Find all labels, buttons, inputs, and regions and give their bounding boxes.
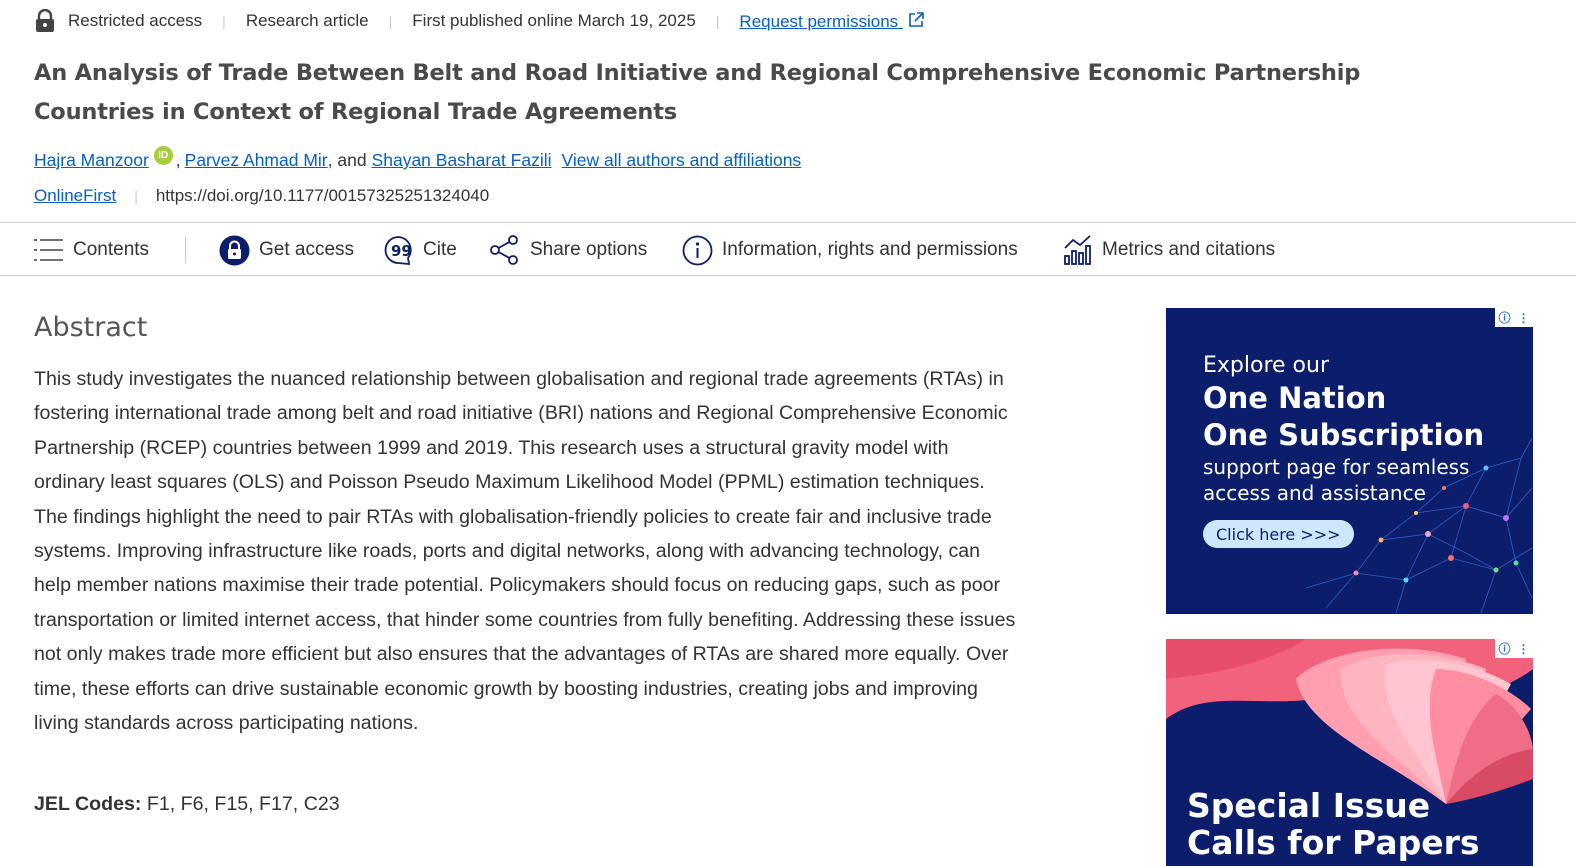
orcid-icon[interactable]: iD	[153, 146, 173, 165]
article-toolbar: Contents Get access 99 Cite Share option…	[0, 222, 1576, 276]
access-status: Restricted access	[68, 11, 203, 30]
quote-icon: 99	[384, 235, 412, 265]
information-button[interactable]: Information, rights and permissions	[682, 223, 1018, 277]
author-link[interactable]: Parvez Ahmad Mir	[185, 150, 328, 171]
article-meta-row: Restricted access | Research article | F…	[34, 8, 925, 34]
ad-controls: ⓘ ⋮	[1495, 639, 1533, 658]
cite-button[interactable]: 99 Cite	[383, 223, 457, 277]
separator: |	[388, 13, 393, 29]
author-separator: , and	[327, 150, 367, 170]
metrics-label: Metrics and citations	[1102, 239, 1276, 260]
separator: |	[715, 13, 720, 29]
information-label: Information, rights and permissions	[722, 239, 1018, 260]
article-title: An Analysis of Trade Between Belt and Ro…	[34, 60, 1361, 125]
author-separator: ,	[175, 150, 181, 170]
ad-text: Explore our One Nation One Subscription …	[1203, 352, 1484, 506]
jel-codes: JEL Codes: F1, F6, F15, F17, C23	[34, 793, 340, 816]
toolbar-divider	[185, 237, 186, 263]
ad-headline: Calls for Papers	[1187, 823, 1480, 862]
ad-menu-icon[interactable]: ⋮	[1514, 639, 1533, 658]
ad-line: support page for seamless	[1203, 455, 1470, 479]
cite-label: Cite	[423, 239, 457, 260]
list-icon	[34, 239, 63, 261]
abstract-text: This study investigates the nuanced rela…	[34, 368, 1016, 735]
ad-info-icon[interactable]: ⓘ	[1495, 308, 1514, 327]
author-link[interactable]: Hajra Manzoor	[34, 150, 149, 171]
get-access-label: Get access	[259, 239, 355, 260]
ad-controls: ⓘ ⋮	[1495, 308, 1533, 327]
share-options-button[interactable]: Share options	[489, 223, 647, 277]
get-access-button[interactable]: Get access	[219, 223, 354, 277]
info-icon	[682, 235, 713, 265]
lock-icon	[219, 235, 250, 265]
publish-date: First published online March 19, 2025	[412, 11, 696, 30]
separator: |	[134, 188, 138, 204]
ad-click-button[interactable]: Click here >>>	[1203, 520, 1354, 548]
advertisement-subscription[interactable]: ⓘ ⋮ Explore our One Nation One Subscript…	[1166, 308, 1533, 614]
ad-text: Special Issue Calls for Papers	[1187, 787, 1480, 861]
article-type: Research article	[245, 11, 369, 30]
jel-values: F1, F6, F15, F17, C23	[141, 793, 340, 815]
online-first-link[interactable]: OnlineFirst	[34, 186, 116, 206]
author-link[interactable]: Shayan Basharat Fazili	[372, 150, 552, 171]
advertisement-special-issue[interactable]: ⓘ ⋮ Special Issue Calls for Papers	[1166, 639, 1533, 866]
ad-menu-icon[interactable]: ⋮	[1514, 308, 1533, 327]
doi-row: OnlineFirst | https://doi.org/10.1177/00…	[34, 186, 489, 206]
bar-chart-icon	[1064, 235, 1091, 265]
ad-headline: One Nation	[1203, 381, 1387, 415]
view-all-authors-link[interactable]: View all authors and affiliations	[562, 150, 802, 171]
contents-label: Contents	[73, 239, 150, 260]
ad-headline: Special Issue	[1187, 786, 1431, 825]
separator: |	[222, 13, 226, 29]
share-icon	[490, 235, 518, 265]
request-permissions-label: Request permissions	[739, 11, 899, 31]
svg-text:99: 99	[391, 242, 412, 260]
jel-label: JEL Codes:	[34, 793, 142, 815]
share-options-label: Share options	[530, 239, 648, 260]
external-link-icon	[909, 11, 924, 27]
lock-icon	[36, 9, 54, 32]
request-permissions-link[interactable]: Request permissions	[739, 11, 924, 32]
contents-button[interactable]: Contents	[34, 223, 149, 277]
author-list: Hajra Manzoor iD , Parvez Ahmad Mir , an…	[34, 146, 802, 171]
abstract-heading: Abstract	[34, 312, 148, 343]
metrics-button[interactable]: Metrics and citations	[1063, 223, 1275, 277]
ad-info-icon[interactable]: ⓘ	[1495, 639, 1514, 658]
ad-headline: One Subscription	[1203, 418, 1485, 452]
ad-line: access and assistance	[1203, 481, 1426, 505]
doi: https://doi.org/10.1177/0015732525132404…	[155, 186, 490, 205]
ad-line: Explore our	[1203, 353, 1329, 378]
